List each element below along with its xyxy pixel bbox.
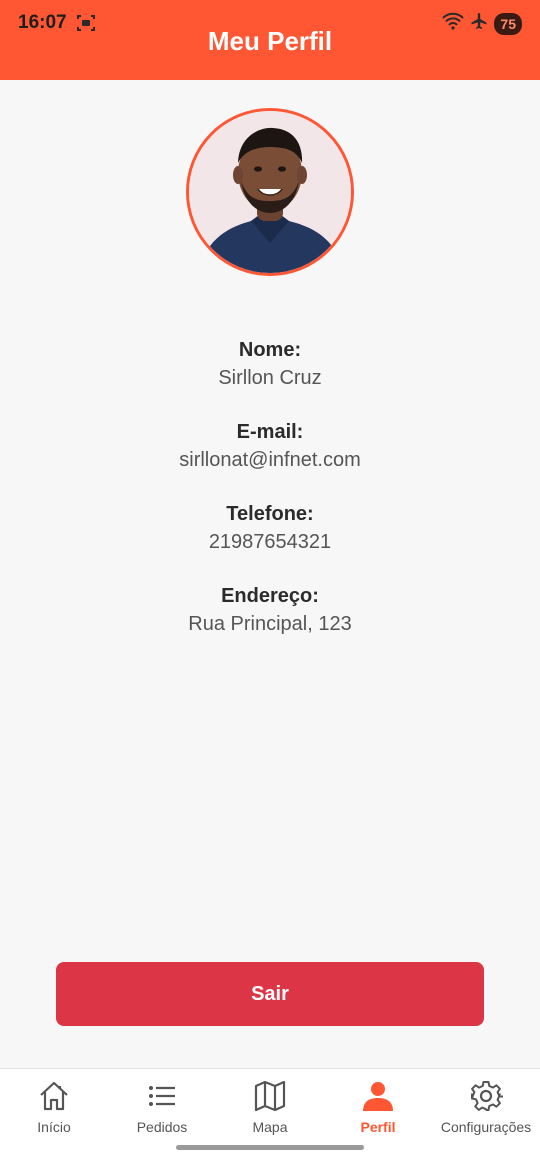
field-label: Telefone: [226,503,314,525]
field-value: 21987654321 [208,531,332,553]
tab-label: Pedidos [136,1119,188,1135]
tab-label: Configurações [440,1119,532,1135]
tab-label: Mapa [252,1119,288,1135]
profile-info: Nome: Sirllon Cruz E-mail: sirllonat@inf… [0,337,540,665]
tab-label: Início [37,1119,71,1135]
list-icon [149,1086,175,1106]
logout-button[interactable]: Sair [56,962,484,1026]
home-icon [40,1081,68,1111]
profile-photo [189,111,351,273]
avatar [186,108,354,276]
field-label: Endereço: [221,585,319,607]
field-value: Rua Principal, 123 [188,613,352,635]
field-name: Nome: Sirllon Cruz [0,337,540,419]
person-icon [363,1082,393,1111]
map-icon [254,1080,286,1112]
tab-inicio[interactable]: Início [0,1069,108,1158]
tab-configuracoes[interactable]: Configurações [432,1069,540,1158]
field-phone: Telefone: 21987654321 [0,501,540,583]
field-value: sirllonat@infnet.com [179,449,361,471]
field-value: Sirllon Cruz [218,367,322,389]
field-email: E-mail: sirllonat@infnet.com [0,419,540,501]
tab-label: Perfil [360,1119,396,1135]
page-title: Meu Perfil [207,26,333,56]
home-indicator[interactable] [176,1145,364,1150]
field-label: Nome: [238,339,302,361]
gear-icon [471,1081,503,1111]
field-label: E-mail: [236,421,304,443]
field-address: Endereço: Rua Principal, 123 [0,583,540,665]
